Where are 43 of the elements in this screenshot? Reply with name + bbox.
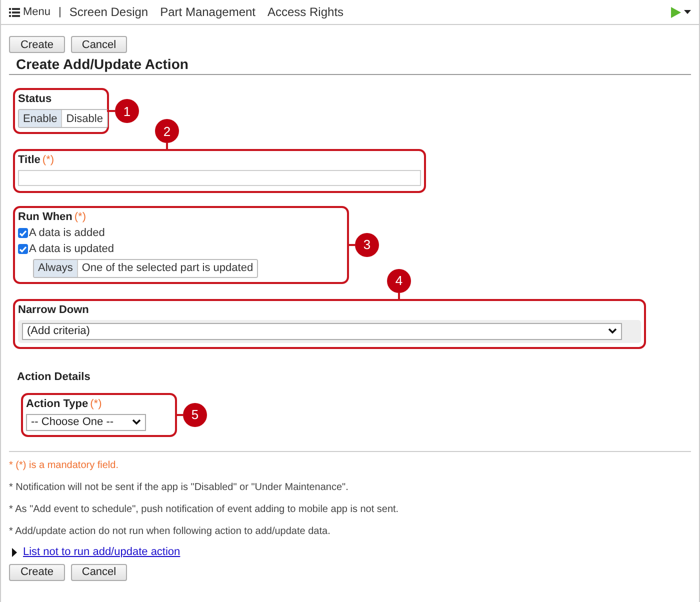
update-option-toggle[interactable]: Always (34, 260, 78, 276)
section-heading: Action Details (17, 370, 92, 384)
nav-link[interactable]: Part Management (160, 6, 256, 18)
menu-button[interactable]: Menu (9, 6, 51, 18)
criteria-select[interactable]: (Add criteria) (22, 322, 622, 340)
required-mark: (*) (42, 154, 54, 167)
callout-number: 1 (115, 99, 139, 123)
list-link[interactable]: List not to run add/update action (23, 546, 180, 558)
nav-link[interactable]: Access Rights (268, 6, 344, 18)
cancel-button[interactable]: Cancel (71, 564, 127, 580)
checkbox-label: A data is updated (29, 242, 114, 256)
checkbox[interactable] (18, 228, 28, 238)
menu-icon (9, 8, 20, 16)
field-label: Narrow Down (18, 304, 89, 316)
cancel-button[interactable]: Cancel (71, 36, 127, 53)
action-type-select[interactable]: -- Choose One -- (26, 414, 146, 430)
checkbox-label: A data is added (29, 226, 105, 240)
info-note: * Add/update action do not run when following action to add/update data. (9, 524, 332, 538)
field-label: Status (18, 93, 52, 106)
field-label: Title (18, 154, 40, 167)
callout-number: 5 (183, 402, 207, 426)
caret-icon[interactable] (684, 10, 691, 14)
required-mark: (*) (90, 398, 102, 410)
info-note: * Notification will not be sent if the app is "Disabled" or "Under Maintenance". (9, 480, 350, 494)
nav-link[interactable]: Screen Design (69, 6, 148, 18)
callout-number: 2 (155, 119, 179, 143)
title-input[interactable] (18, 170, 421, 186)
callout-number: 3 (355, 232, 379, 256)
expand-triangle-icon[interactable] (12, 548, 17, 556)
page-heading: Create Add/Update Action (9, 56, 691, 75)
chevron-down-icon (608, 328, 617, 334)
required-mark: (*) (74, 210, 86, 224)
create-button[interactable]: Create (9, 36, 65, 53)
chevron-down-icon (132, 419, 141, 425)
create-button[interactable]: Create (9, 564, 65, 580)
mandatory-note: * (*) is a mandatory field. (9, 458, 120, 472)
field-label: Run When (18, 210, 72, 224)
status-toggle[interactable]: Enable (19, 110, 62, 127)
callout-number: 4 (387, 268, 411, 292)
info-note: * As "Add event to schedule", push notification of event adding to mobile app is not sent. (9, 502, 400, 516)
nav-separator: | (58, 6, 62, 18)
checkbox[interactable] (18, 244, 28, 254)
field-label: Action Type (26, 398, 88, 410)
